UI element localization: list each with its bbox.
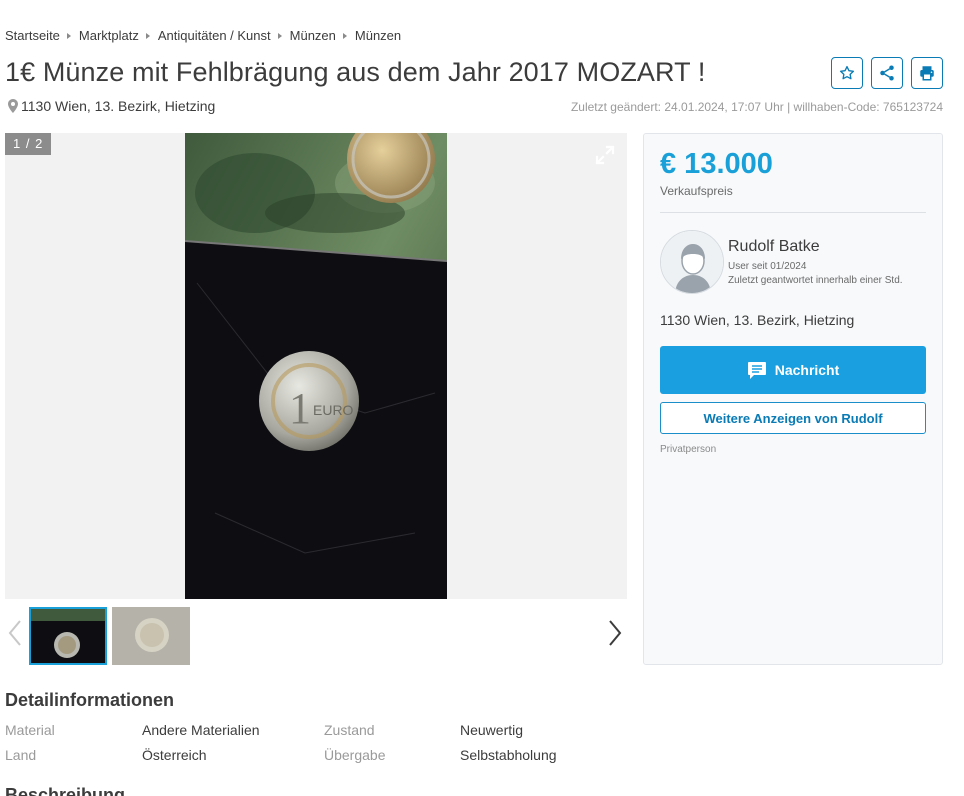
share-button[interactable]: [871, 57, 903, 89]
breadcrumb-separator-icon: [66, 32, 71, 39]
price-label: Verkaufspreis: [660, 184, 733, 198]
divider: [660, 212, 926, 213]
reply-time: Zuletzt geantwortet innerhalb einer Std.: [728, 275, 903, 286]
more-ads-button[interactable]: Weitere Anzeigen von Rudolf: [660, 402, 926, 434]
favorite-button[interactable]: [831, 57, 863, 89]
listing-location: 1130 Wien, 13. Bezirk, Hietzing: [8, 98, 215, 114]
details-heading: Detailinformationen: [5, 690, 175, 710]
user-since: User seit 01/2024: [728, 261, 807, 272]
breadcrumb-link-marktplatz[interactable]: Marktplatz: [79, 28, 139, 43]
detail-key-material: Material: [5, 722, 55, 738]
chevron-left-icon: [8, 620, 21, 646]
breadcrumb-link-antiquitaeten[interactable]: Antiquitäten / Kunst: [158, 28, 271, 43]
chevron-right-icon: [609, 620, 622, 646]
thumbnail-2[interactable]: [112, 607, 190, 665]
star-icon: [839, 65, 855, 80]
message-button[interactable]: Nachricht: [660, 346, 926, 394]
print-button[interactable]: [911, 57, 943, 89]
page-title: 1€ Münze mit Fehlbrägung aus dem Jahr 20…: [5, 57, 706, 87]
seller-type: Privatperson: [660, 444, 717, 455]
user-avatar-icon: [661, 231, 723, 293]
prev-image-button[interactable]: [8, 619, 22, 652]
detail-key-zustand: Zustand: [324, 722, 375, 738]
listing-location-text: 1130 Wien, 13. Bezirk, Hietzing: [21, 98, 216, 114]
breadcrumb-link-muenzen-sub[interactable]: Münzen: [355, 28, 401, 43]
next-image-button[interactable]: [608, 619, 622, 652]
price: € 13.000: [660, 148, 773, 180]
detail-value-land: Österreich: [142, 747, 207, 763]
listing-actions: [831, 57, 943, 89]
seller-box: € 13.000 Verkaufspreis Rudolf Batke User…: [643, 133, 943, 665]
fullscreen-button[interactable]: [595, 145, 615, 170]
detail-value-material: Andere Materialien: [142, 722, 260, 738]
breadcrumb-separator-icon: [145, 32, 150, 39]
breadcrumb: Startseite Marktplatz Antiquitäten / Kun…: [5, 28, 401, 43]
breadcrumb-separator-icon: [277, 32, 282, 39]
location-pin-icon: [8, 99, 18, 113]
seller-location: 1130 Wien, 13. Bezirk, Hietzing: [660, 312, 855, 328]
detail-key-land: Land: [5, 747, 37, 763]
breadcrumb-separator-icon: [342, 32, 347, 39]
detail-value-zustand: Neuwertig: [460, 722, 524, 738]
share-icon: [880, 65, 894, 81]
description-heading: Beschreibung: [5, 785, 126, 796]
image-counter: 1 / 2: [5, 133, 52, 155]
detail-value-uebergabe: Selbstabholung: [460, 747, 557, 763]
avatar[interactable]: [660, 230, 724, 294]
main-photo[interactable]: 1 EURO: [185, 133, 447, 599]
svg-text:1: 1: [289, 384, 311, 433]
listing-meta: Zuletzt geändert: 24.01.2024, 17:07 Uhr …: [570, 100, 943, 114]
chat-icon: [747, 362, 766, 379]
thumbnail-1[interactable]: [29, 607, 107, 665]
detail-key-uebergabe: Übergabe: [324, 747, 386, 763]
print-icon: [920, 66, 934, 81]
seller-name[interactable]: Rudolf Batke: [728, 238, 820, 256]
image-gallery[interactable]: 1 EURO 1 / 2: [5, 133, 627, 599]
svg-text:EURO: EURO: [313, 402, 354, 418]
breadcrumb-link-muenzen[interactable]: Münzen: [290, 28, 336, 43]
thumbnail-strip: [5, 607, 627, 665]
message-button-label: Nachricht: [774, 362, 840, 378]
breadcrumb-link-startseite[interactable]: Startseite: [5, 28, 60, 43]
expand-icon: [595, 145, 615, 165]
